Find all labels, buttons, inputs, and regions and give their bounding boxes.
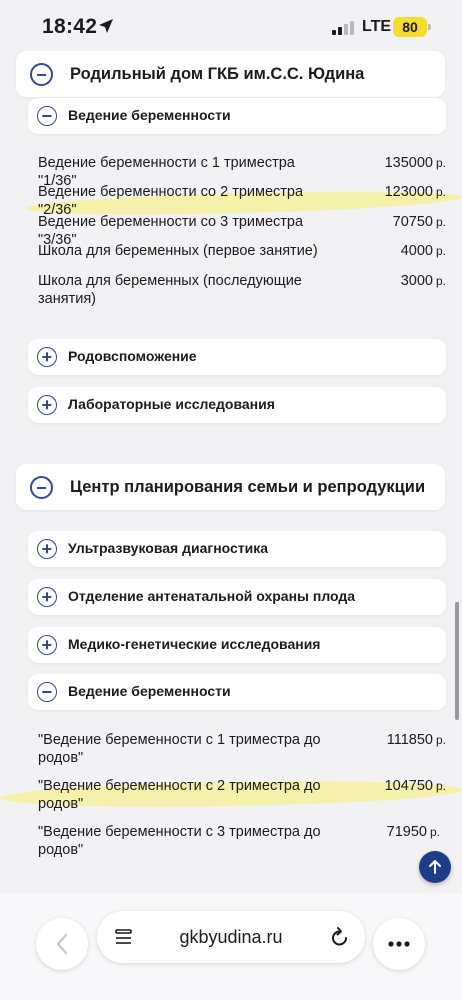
subsection-lab-tests[interactable]: Лабораторные исследования xyxy=(28,387,446,423)
subsection-title: Ведение беременности xyxy=(68,683,231,699)
price-value: 104750 xyxy=(384,778,433,794)
expand-plus-icon xyxy=(37,635,57,655)
service-price: 4000 р. xyxy=(401,242,446,260)
reload-icon[interactable] xyxy=(329,926,351,948)
subsection-pregnancy-management-2[interactable]: Ведение беременности xyxy=(28,674,446,710)
scroll-to-top-button[interactable] xyxy=(419,851,451,883)
currency: р. xyxy=(435,274,446,288)
url-text: gkbyudina.ru xyxy=(179,927,283,947)
more-dots-icon xyxy=(388,941,410,947)
currency: р. xyxy=(435,185,446,199)
currency: р. xyxy=(435,244,446,258)
collapse-minus-icon xyxy=(30,63,53,86)
section-title: Центр планирования семьи и репродукции xyxy=(70,478,426,496)
price-value: 71950 xyxy=(386,824,427,840)
service-price: 71950 р. xyxy=(387,823,440,841)
service-price: 3000 р. xyxy=(401,272,446,290)
service-name: Школа для беременных (последующие заняти… xyxy=(38,273,302,307)
subsection-genetics[interactable]: Медико-генетические исследования xyxy=(28,627,446,663)
price-value: 3000 xyxy=(400,273,433,289)
price-value: 123000 xyxy=(384,184,433,200)
battery-indicator: 80 xyxy=(393,17,427,37)
scrollbar[interactable] xyxy=(455,602,459,720)
arrow-up-icon xyxy=(429,860,441,874)
subsection-ultrasound[interactable]: Ультразвуковая диагностика xyxy=(28,531,446,567)
service-price: 104750 р. xyxy=(385,777,446,795)
subsection-title: Лабораторные исследования xyxy=(68,396,275,412)
currency: р. xyxy=(429,825,440,839)
expand-plus-icon xyxy=(37,347,57,367)
service-price: 135000 р. xyxy=(385,154,446,172)
cellular-signal-icon xyxy=(332,21,354,35)
collapse-minus-icon xyxy=(37,106,57,126)
subsection-title: Ведение беременности xyxy=(68,107,231,123)
chevron-left-icon xyxy=(56,933,68,955)
back-button[interactable] xyxy=(36,918,88,970)
subsection-obstetric-care[interactable]: Родовспоможение xyxy=(28,339,446,375)
collapse-minus-icon xyxy=(30,476,53,499)
subsection-title: Отделение антенатальной охраны плода xyxy=(68,588,356,604)
currency: р. xyxy=(435,779,446,793)
price-value: 111850 xyxy=(386,732,433,748)
service-name: Школа для беременных (первое занятие) xyxy=(38,243,318,259)
service-price: 123000 р. xyxy=(385,183,446,201)
section-title: Родильный дом ГКБ им.С.С. Юдина xyxy=(70,65,365,83)
subsection-title: Медико-генетические исследования xyxy=(68,636,321,652)
location-arrow-icon xyxy=(99,19,113,33)
service-name: "Ведение беременности с 1 триместра до р… xyxy=(38,732,321,766)
price-value: 135000 xyxy=(384,155,433,171)
status-bar: 18:42 LTE 80 xyxy=(0,0,462,50)
service-name: "Ведение беременности с 2 триместра до р… xyxy=(38,778,321,812)
price-value: 70750 xyxy=(392,214,433,230)
status-time: 18:42 xyxy=(42,15,98,38)
subsection-title: Родовспоможение xyxy=(68,348,197,364)
currency: р. xyxy=(435,215,446,229)
service-price: 70750 р. xyxy=(393,213,446,231)
battery-tip xyxy=(428,24,431,30)
service-price: 111850 р. xyxy=(387,731,446,749)
section-header-maternity-hospital[interactable]: Родильный дом ГКБ им.С.С. Юдина xyxy=(16,51,445,97)
expand-plus-icon xyxy=(37,539,57,559)
collapse-minus-icon xyxy=(37,682,57,702)
more-options-button[interactable] xyxy=(373,918,425,970)
subsection-pregnancy-management[interactable]: Ведение беременности xyxy=(28,98,446,134)
subsection-antenatal-care[interactable]: Отделение антенатальной охраны плода xyxy=(28,579,446,615)
price-value: 4000 xyxy=(400,243,433,259)
subsection-title: Ультразвуковая диагностика xyxy=(68,540,269,556)
address-bar[interactable]: gkbyudina.ru xyxy=(97,911,365,963)
section-header-family-planning[interactable]: Центр планирования семьи и репродукции xyxy=(16,464,445,510)
currency: р. xyxy=(435,156,446,170)
expand-plus-icon xyxy=(37,395,57,415)
currency: р. xyxy=(435,733,446,747)
network-type: LTE xyxy=(362,18,392,35)
expand-plus-icon xyxy=(37,587,57,607)
service-name: "Ведение беременности с 3 триместра до р… xyxy=(38,824,321,858)
